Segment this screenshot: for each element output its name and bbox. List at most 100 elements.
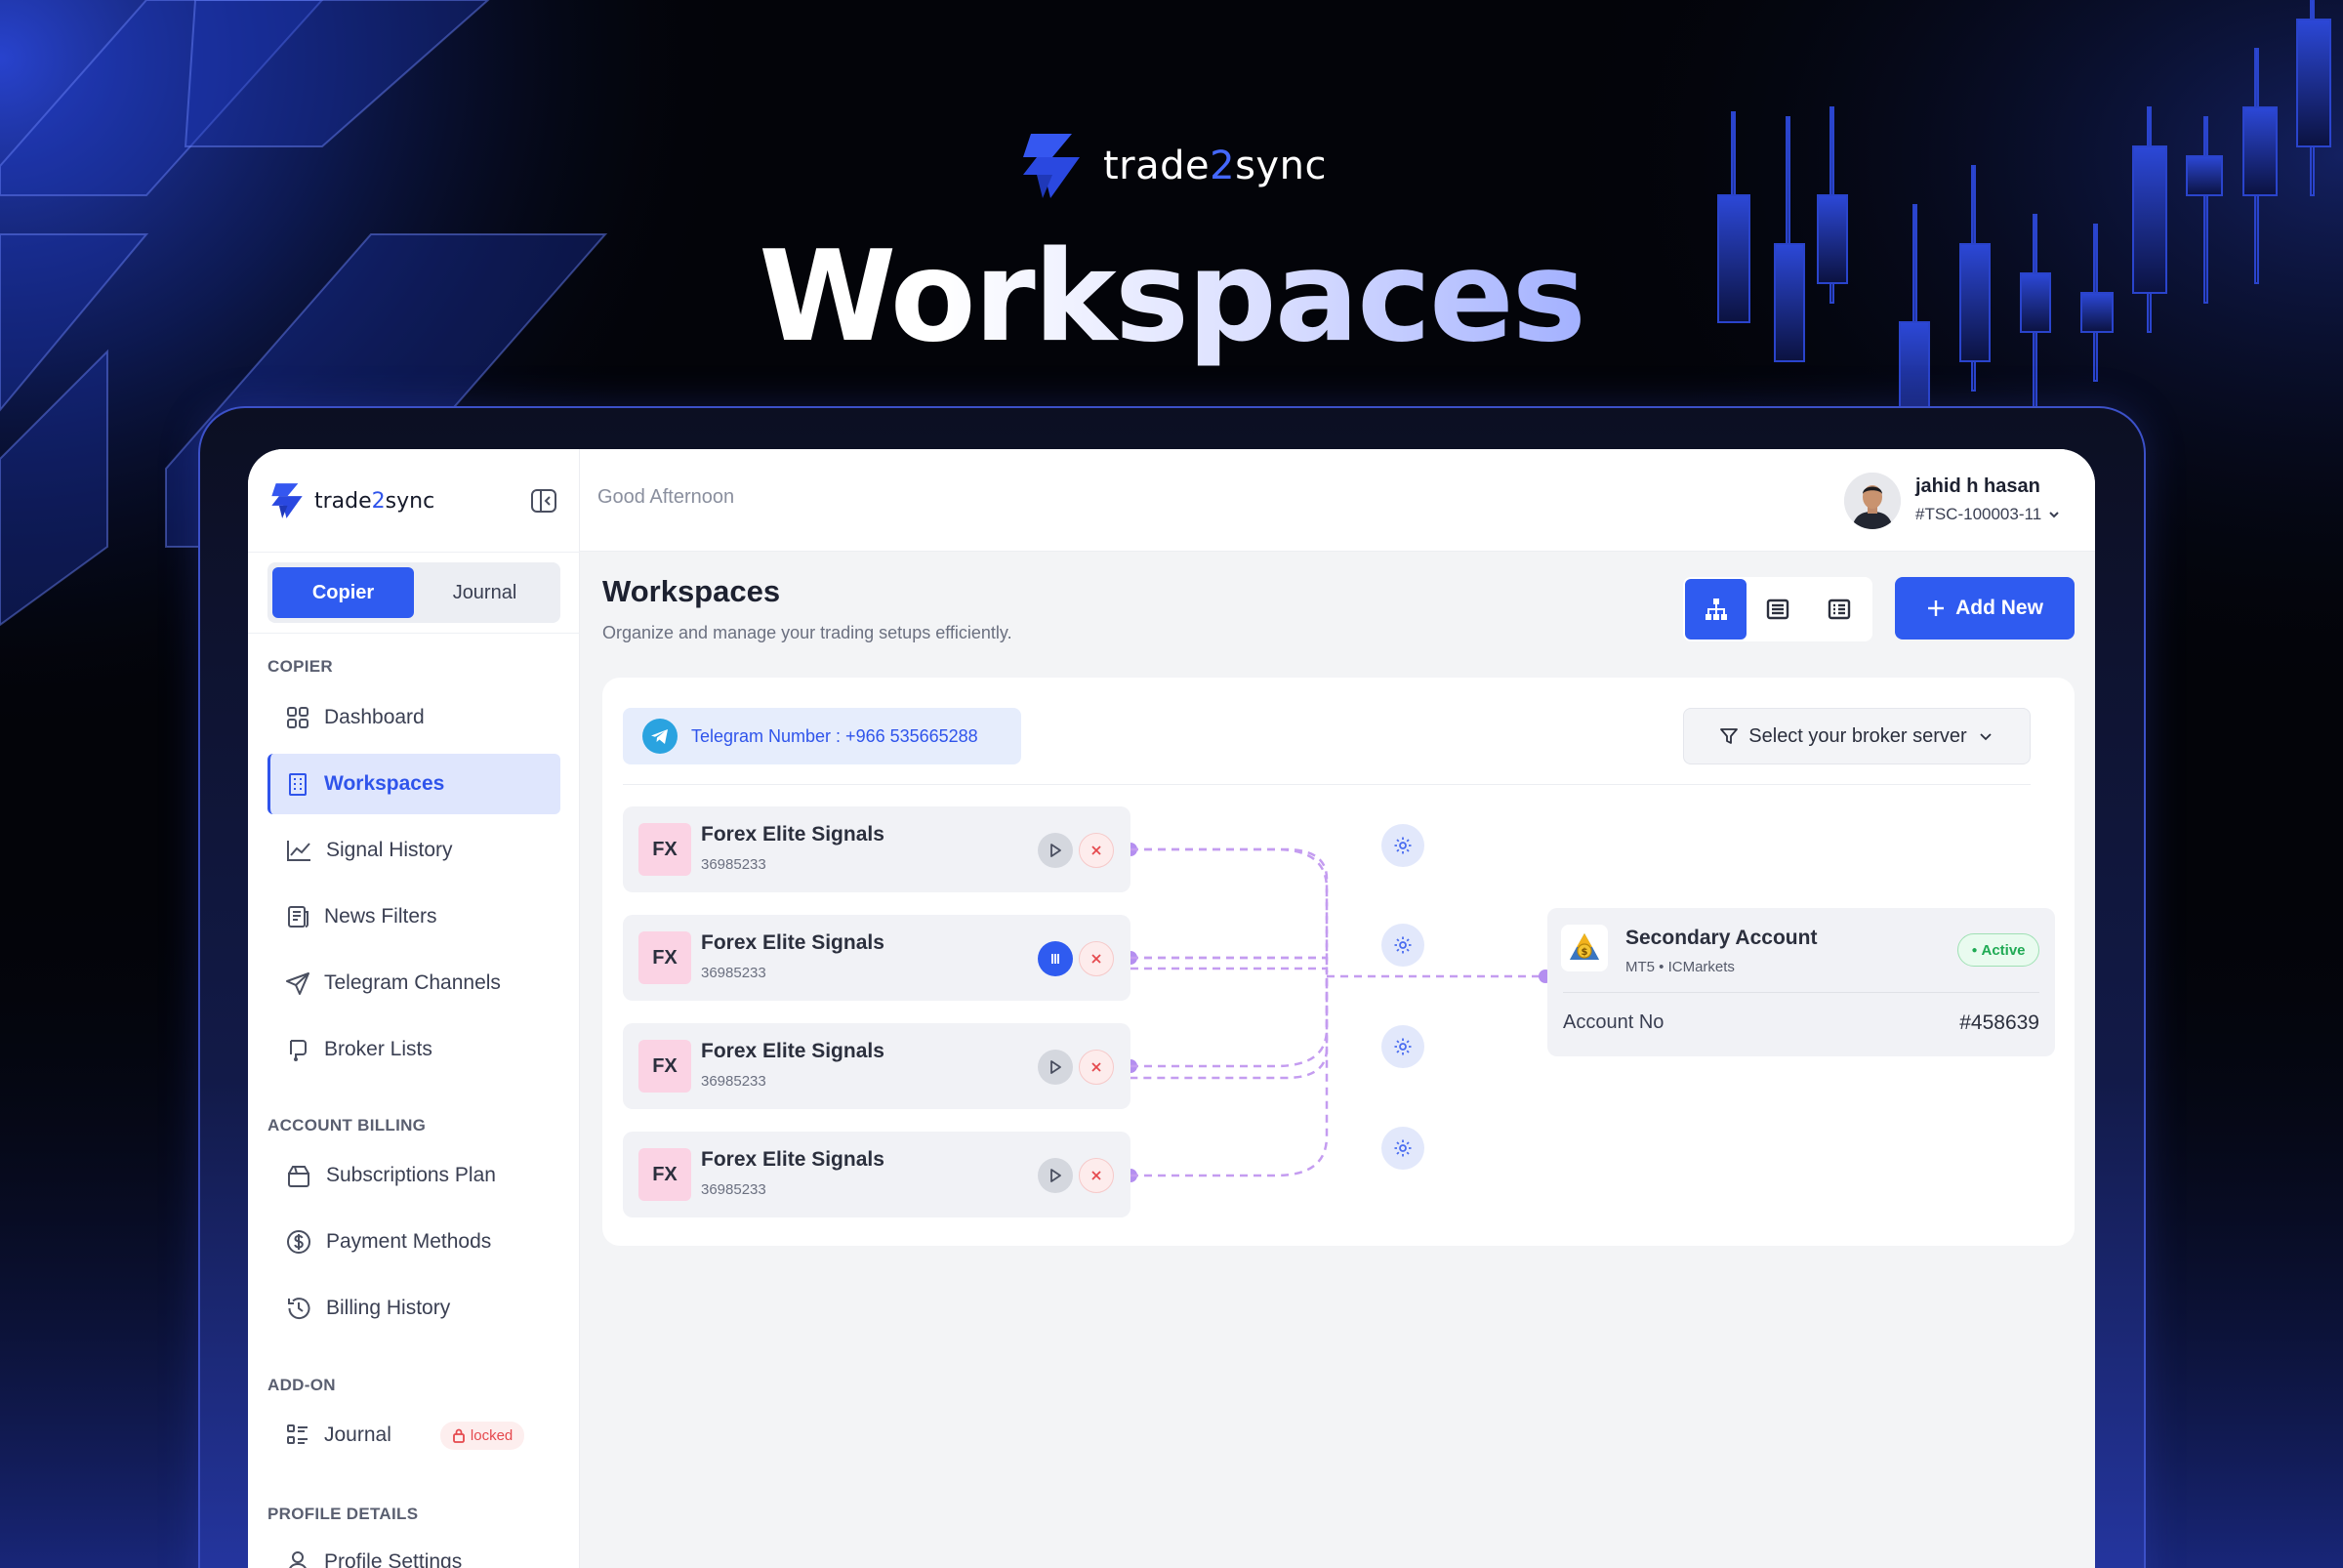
rows-icon (1766, 598, 1789, 620)
checklist-icon (1829, 598, 1851, 620)
hero-brand-name: trade2sync (1103, 144, 1327, 188)
divider (623, 784, 2031, 785)
signal-card[interactable]: FX Forex Elite Signals 36985233 (623, 915, 1130, 1001)
pause-button[interactable] (1038, 941, 1073, 976)
remove-signal-button[interactable] (1079, 941, 1114, 976)
history-icon (288, 1298, 310, 1320)
gear-icon (1394, 1038, 1412, 1055)
divider (248, 552, 580, 553)
news-icon (288, 906, 308, 928)
section-label-add-on: ADD-ON (267, 1376, 336, 1394)
play-button[interactable] (1038, 1158, 1073, 1193)
locked-badge: locked (439, 1421, 525, 1450)
greeting-text: Good Afternoon (597, 486, 735, 508)
collapse-panel-icon (531, 489, 556, 513)
gear-settings-button[interactable] (1381, 924, 1424, 967)
user-icon (289, 1551, 307, 1568)
section-label-account-billing: ACCOUNT BILLING (267, 1116, 427, 1135)
signal-id: 36985233 (701, 965, 766, 981)
broker-icon (290, 1040, 307, 1061)
tab-journal[interactable]: Journal (414, 567, 555, 618)
sidebar-item-label: Profile Settings (324, 1550, 463, 1568)
sidebar-item-workspaces[interactable]: Workspaces (267, 754, 560, 814)
signal-fx-badge: FX (638, 1148, 691, 1201)
gear-settings-button[interactable] (1381, 1025, 1424, 1068)
status-badge-label: Active (1981, 941, 2026, 959)
play-button[interactable] (1038, 833, 1073, 868)
sidebar-item-signal-history[interactable]: Signal History (267, 820, 560, 881)
sidebar-item-dashboard[interactable]: Dashboard (267, 687, 560, 748)
view-rows-button[interactable] (1747, 579, 1808, 640)
sidebar-brand-name: trade2sync (314, 488, 435, 514)
view-mode-switch (1683, 577, 1872, 641)
add-new-button[interactable]: Add New (1895, 577, 2075, 640)
sidebar-item-payment-methods[interactable]: Payment Methods (267, 1212, 560, 1272)
list-icon (287, 1424, 308, 1444)
sidebar-item-profile-settings[interactable]: Profile Settings (267, 1532, 560, 1568)
sidebar-item-label: Broker Lists (324, 1038, 432, 1060)
sidebar-item-label: Signal History (326, 839, 453, 861)
account-card[interactable]: $ Secondary Account MT5 • ICMarkets ● Ac… (1547, 908, 2055, 1056)
remove-signal-button[interactable] (1079, 1050, 1114, 1085)
brand-bolt-icon (271, 483, 303, 518)
chevron-down-icon (2049, 512, 2059, 518)
view-checklist-button[interactable] (1809, 579, 1870, 640)
remove-signal-button[interactable] (1079, 833, 1114, 868)
telegram-number-pill[interactable]: Telegram Number : +966 535665288 (623, 708, 1021, 764)
gear-settings-button[interactable] (1381, 824, 1424, 867)
section-label-copier: COPIER (267, 657, 333, 676)
user-avatar-icon (1844, 473, 1901, 529)
workspace-card: Telegram Number : +966 535665288 Select … (602, 678, 2075, 1246)
svg-text:$: $ (1582, 947, 1588, 958)
broker-server-select[interactable]: Select your broker server (1683, 708, 2031, 764)
sidebar-item-label: Subscriptions Plan (326, 1164, 496, 1186)
close-icon (1091, 846, 1101, 855)
send-icon (286, 972, 309, 995)
signal-card[interactable]: FX Forex Elite Signals 36985233 (623, 1023, 1130, 1109)
chevron-down-icon (1980, 733, 1992, 741)
sidebar: trade2sync Copier Journal COPIER Dashboa… (248, 449, 580, 1568)
brand-bolt-icon (1023, 134, 1080, 198)
account-id-dropdown[interactable]: #TSC-100003-11 (1915, 505, 2061, 524)
avatar[interactable] (1844, 473, 1901, 529)
sidebar-item-telegram-channels[interactable]: Telegram Channels (267, 953, 560, 1013)
sidebar-item-label: Telegram Channels (324, 971, 501, 994)
view-hierarchy-button[interactable] (1685, 579, 1747, 640)
chart-line-icon (287, 841, 310, 861)
status-badge: ● Active (1957, 933, 2039, 967)
page-title: Workspaces (602, 574, 781, 608)
remove-signal-button[interactable] (1079, 1158, 1114, 1193)
grid-icon (287, 707, 308, 728)
signal-name: Forex Elite Signals (701, 823, 884, 846)
divider (1563, 992, 2039, 993)
sidebar-item-broker-lists[interactable]: Broker Lists (267, 1019, 560, 1080)
building-icon (289, 773, 307, 796)
broker-server-label: Select your broker server (1748, 724, 1967, 747)
user-name[interactable]: jahid h hasan (1915, 475, 2040, 498)
box-icon (288, 1166, 309, 1187)
signal-fx-badge: FX (638, 931, 691, 984)
signal-card[interactable]: FX Forex Elite Signals 36985233 (623, 1132, 1130, 1217)
sidebar-item-subscriptions-plan[interactable]: Subscriptions Plan (267, 1145, 560, 1206)
gear-settings-button[interactable] (1381, 1127, 1424, 1170)
signal-id: 36985233 (701, 1073, 766, 1090)
sidebar-item-journal[interactable]: Journal locked (267, 1405, 560, 1465)
play-button[interactable] (1038, 1050, 1073, 1085)
account-id-text: #TSC-100003-11 (1915, 505, 2042, 523)
play-icon (1050, 844, 1061, 857)
sidebar-logo[interactable]: trade2sync (267, 481, 434, 520)
signal-card[interactable]: FX Forex Elite Signals 36985233 (623, 806, 1130, 892)
sidebar-item-billing-history[interactable]: Billing History (267, 1278, 560, 1339)
telegram-icon (642, 719, 678, 754)
sidebar-item-label: Dashboard (324, 706, 425, 728)
tab-copier[interactable]: Copier (272, 567, 414, 618)
sidebar-item-label: Payment Methods (326, 1230, 492, 1253)
close-icon (1091, 1062, 1101, 1072)
signal-id: 36985233 (701, 1181, 766, 1198)
play-icon (1050, 1060, 1061, 1074)
sidebar-item-news-filters[interactable]: News Filters (267, 887, 560, 947)
pause-icon (1051, 954, 1059, 964)
sidebar-collapse-button[interactable] (529, 486, 558, 516)
sidebar-item-label: Billing History (326, 1297, 451, 1319)
dollar-icon (287, 1230, 310, 1254)
